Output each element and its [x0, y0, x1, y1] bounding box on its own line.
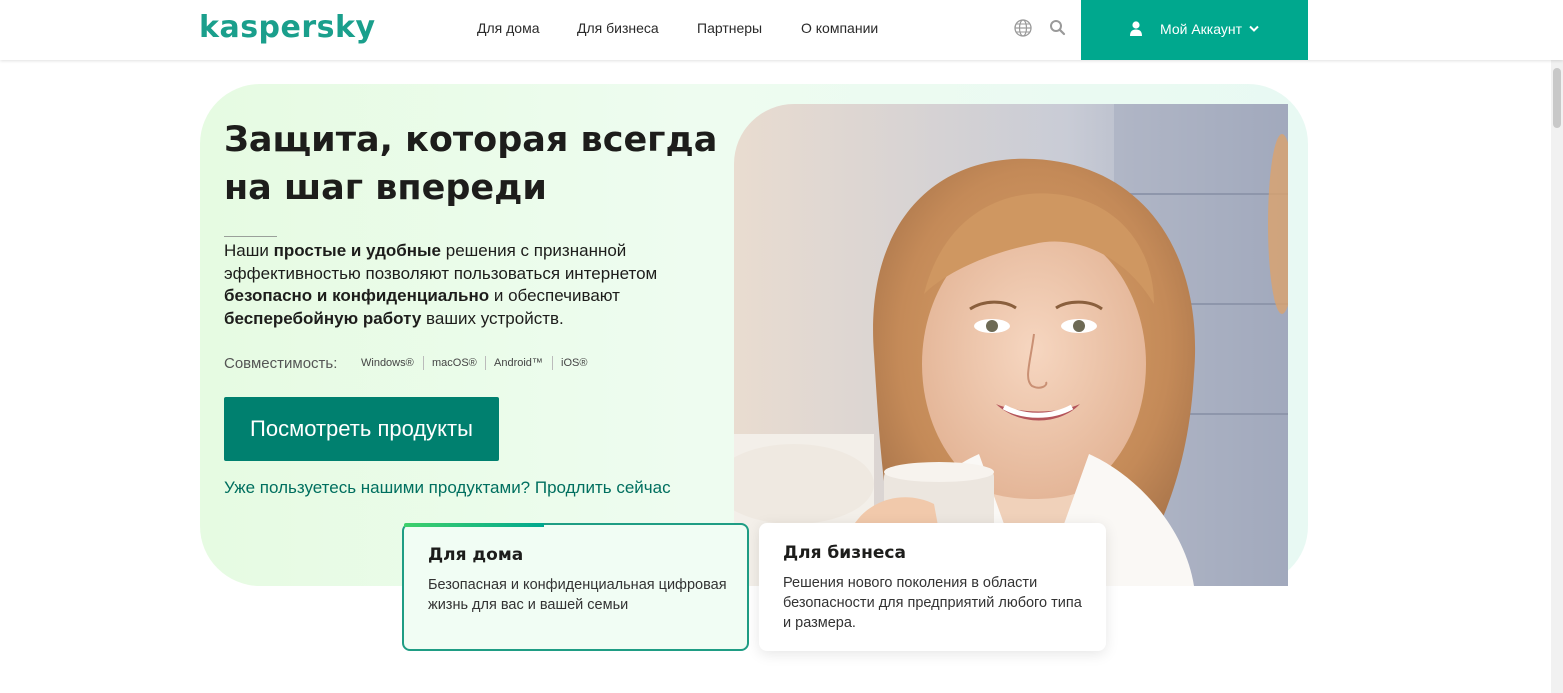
nav-for-business[interactable]: Для бизнеса: [577, 19, 659, 37]
desc-text-1: Наши: [224, 241, 274, 260]
platform-android: Android™: [494, 357, 543, 369]
globe-icon[interactable]: [1013, 18, 1033, 38]
site-header: kaspersky Для дома Для бизнеса Партнеры …: [0, 0, 1563, 60]
card-for-business[interactable]: Для бизнеса Решения нового поколения в о…: [759, 523, 1106, 651]
desc-bold-2: безопасно и конфиденциально: [224, 286, 490, 305]
scrollbar-thumb[interactable]: [1553, 68, 1561, 128]
platform-macos: macOS®: [432, 357, 477, 369]
card-business-text: Решения нового поколения в области безоп…: [783, 575, 1082, 631]
renew-now-link[interactable]: Уже пользуетесь нашими продуктами? Продл…: [224, 477, 671, 499]
desc-text-4: ваших устройств.: [421, 308, 564, 328]
platform-separator: [552, 356, 553, 370]
my-account-button[interactable]: Мой Аккаунт: [1081, 0, 1308, 60]
platform-separator: [423, 356, 424, 370]
platform-separator: [485, 356, 486, 370]
user-icon: [1128, 20, 1144, 38]
chevron-down-icon: [1248, 20, 1260, 38]
page-scrollbar[interactable]: [1551, 60, 1563, 693]
card-active-accent: [404, 523, 544, 527]
nav-for-home[interactable]: Для дома: [477, 19, 540, 37]
card-home-text: Безопасная и конфиденциальная цифровая ж…: [428, 577, 727, 613]
card-business-title: Для бизнеса: [783, 543, 906, 563]
kaspersky-logo[interactable]: kaspersky: [199, 10, 376, 46]
nav-partners[interactable]: Партнеры: [697, 19, 762, 37]
hero-photo-woman-with-mug: [734, 104, 1288, 586]
desc-bold-1: простые и удобные: [273, 241, 442, 260]
desc-text-3: и обеспечивают: [489, 286, 620, 305]
hero-description: Наши простые и удобные решения с признан…: [224, 240, 684, 330]
view-products-button[interactable]: Посмотреть продукты: [224, 397, 499, 461]
platform-ios: iOS®: [561, 357, 588, 369]
search-icon[interactable]: [1048, 18, 1068, 38]
platform-windows: Windows®: [361, 357, 414, 369]
nav-about[interactable]: О компании: [801, 19, 878, 37]
card-home-title: Для дома: [428, 545, 524, 565]
title-divider: [224, 236, 277, 237]
card-for-home[interactable]: Для дома Безопасная и конфиденциальная ц…: [402, 523, 749, 651]
compatibility-label: Совместимость:: [224, 355, 338, 372]
hero-title: Защита, которая всегда на шаг впереди: [224, 120, 718, 208]
my-account-label: Мой Аккаунт: [1160, 21, 1242, 37]
desc-bold-3: бесперебойную работу: [224, 308, 422, 328]
